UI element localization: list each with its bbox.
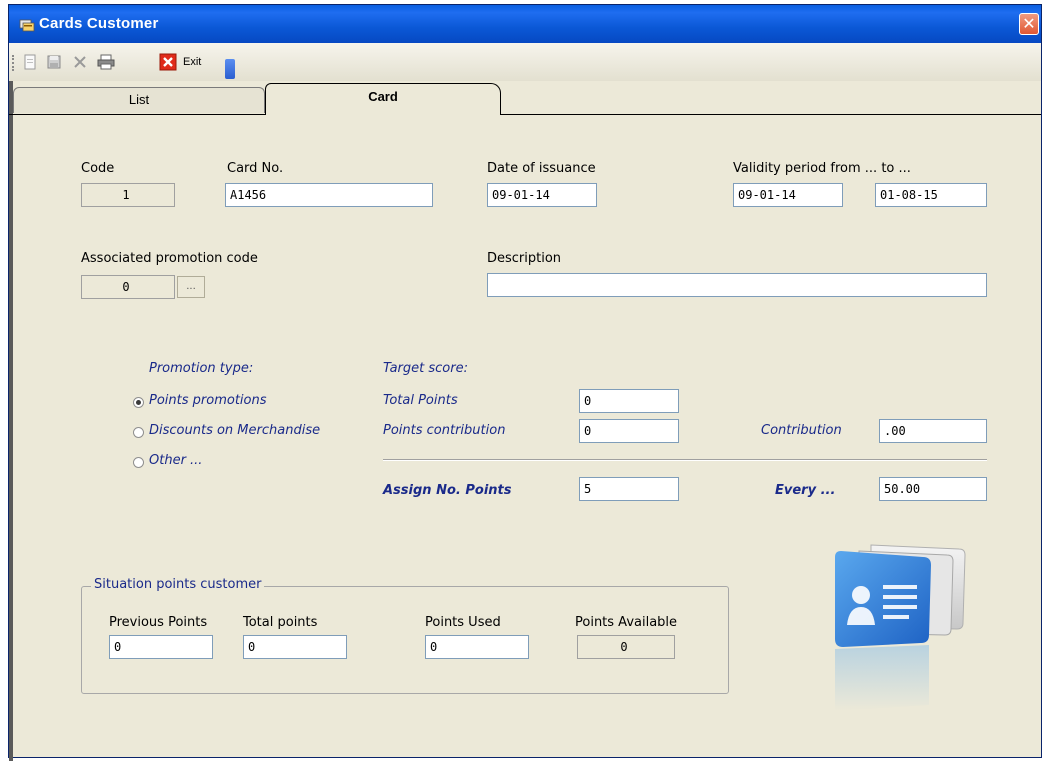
promotion-type-label: Promotion type: xyxy=(149,361,254,376)
issuance-date-input[interactable]: 09-01-14 xyxy=(487,183,597,207)
contribution-label: Contribution xyxy=(761,423,842,438)
points-available-label: Points Available xyxy=(575,615,678,630)
validity-from-input[interactable]: 09-01-14 xyxy=(733,183,843,207)
every-input[interactable]: 50.00 xyxy=(879,477,987,501)
card-no-input[interactable]: A1456 xyxy=(225,183,433,207)
every-label: Every ... xyxy=(775,483,836,498)
customer-card-icon xyxy=(835,544,966,711)
cards-app-icon xyxy=(19,19,35,32)
description-label: Description xyxy=(487,251,562,266)
target-score-label: Target score: xyxy=(383,361,468,376)
total-points-situation-input[interactable]: 0 xyxy=(243,635,347,659)
points-used-label: Points Used xyxy=(425,615,501,630)
validity-period-label: Validity period from ... to ... xyxy=(733,161,911,176)
tab-list[interactable]: List xyxy=(13,87,265,113)
option-points-promotions[interactable]: Points promotions xyxy=(149,393,267,408)
total-points-situation-label: Total points xyxy=(243,615,318,630)
previous-points-input[interactable]: 0 xyxy=(109,635,213,659)
situation-points-title: Situation points customer xyxy=(91,577,265,592)
radio-other[interactable] xyxy=(133,457,144,468)
promotion-code-field: 0 xyxy=(81,275,175,299)
cards-customer-window: Cards Customer ✕ Exit List Card Code 1 C… xyxy=(8,4,1042,761)
points-used-input[interactable]: 0 xyxy=(425,635,529,659)
delete-icon[interactable] xyxy=(71,53,89,71)
new-document-icon[interactable] xyxy=(21,53,39,71)
assign-points-input[interactable]: 5 xyxy=(579,477,679,501)
code-label: Code xyxy=(81,161,115,176)
target-separator xyxy=(383,459,987,461)
promotion-lookup-button[interactable]: ... xyxy=(177,276,205,298)
save-icon[interactable] xyxy=(45,53,63,71)
exit-button[interactable]: Exit xyxy=(183,56,201,68)
toolbar: Exit xyxy=(9,43,1041,81)
exit-icon[interactable] xyxy=(159,53,177,71)
points-contribution-label: Points contribution xyxy=(383,423,506,438)
points-available-field: 0 xyxy=(577,635,675,659)
close-icon[interactable]: ✕ xyxy=(1022,14,1035,33)
code-field: 1 xyxy=(81,183,175,207)
assign-points-label: Assign No. Points xyxy=(383,483,512,498)
promotion-code-label: Associated promotion code xyxy=(81,251,258,266)
title-bar[interactable]: Cards Customer ✕ xyxy=(9,5,1041,43)
print-icon[interactable] xyxy=(97,53,115,71)
option-discounts-merchandise[interactable]: Discounts on Merchandise xyxy=(149,423,320,438)
points-contribution-input[interactable]: 0 xyxy=(579,419,679,443)
option-other[interactable]: Other ... xyxy=(149,453,202,468)
toolbar-grip[interactable] xyxy=(12,55,17,71)
card-panel: Code 1 Card No. A1456 Date of issuance 0… xyxy=(9,115,1041,757)
card-no-label: Card No. xyxy=(227,161,284,176)
previous-points-label: Previous Points xyxy=(109,615,208,630)
issuance-date-label: Date of issuance xyxy=(487,161,596,176)
radio-discounts-merchandise[interactable] xyxy=(133,427,144,438)
total-points-label: Total Points xyxy=(383,393,458,408)
contribution-input[interactable]: .00 xyxy=(879,419,987,443)
window-title: Cards Customer xyxy=(39,15,159,32)
close-button[interactable]: ✕ xyxy=(1019,13,1039,35)
tab-card[interactable]: Card xyxy=(265,83,501,115)
validity-to-input[interactable]: 01-08-15 xyxy=(875,183,987,207)
radio-points-promotions[interactable] xyxy=(133,397,144,408)
total-points-input[interactable]: 0 xyxy=(579,389,679,413)
toolbar-overflow-button[interactable] xyxy=(225,59,235,79)
tab-strip: List Card xyxy=(9,81,1041,115)
description-input[interactable] xyxy=(487,273,987,297)
